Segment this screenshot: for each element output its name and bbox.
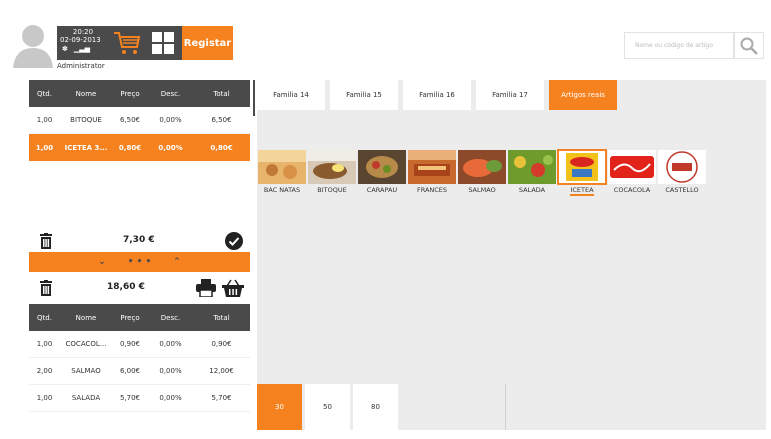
product-label: BITOQUE bbox=[317, 186, 347, 194]
catalog-area: Familia 14 Familia 15 Familia 16 Familia… bbox=[257, 80, 766, 430]
clock-time: 20:20 bbox=[72, 28, 94, 36]
chevron-up-icon[interactable]: ⌃ bbox=[173, 257, 181, 267]
order-navigation-bar: ⌄ • • • ⌃ bbox=[29, 252, 250, 272]
frances-food-image bbox=[408, 150, 456, 184]
product-label: SALMAO bbox=[468, 186, 496, 194]
tab-artigos-reais[interactable]: Artigos reais bbox=[549, 80, 617, 110]
order-row-selected[interactable]: 1,00 ICETEA 3... 0,80€ 0,00% 0,80€ bbox=[29, 134, 250, 161]
search-input[interactable]: Nome ou código de artigo bbox=[624, 32, 734, 59]
bacalhau-food-image bbox=[258, 150, 306, 184]
product-label: FRANCES bbox=[416, 186, 448, 194]
product-tile-salmao[interactable]: SALMAO bbox=[458, 150, 506, 196]
saved-row[interactable]: 1,00 SALADA 5,70€ 0,00% 5,70€ bbox=[29, 385, 250, 412]
product-tile-bitoque[interactable]: BITOQUE bbox=[308, 150, 356, 196]
cart-button[interactable] bbox=[109, 26, 144, 60]
product-tile-salada[interactable]: SALADA bbox=[508, 150, 556, 196]
order-table-header: Qtd. Nome Preço Desc. Total bbox=[29, 80, 250, 107]
product-grid: BAC NATAS BITOQUE CARAPAU FRANCES SALMAO… bbox=[258, 149, 706, 196]
product-label: SALADA bbox=[518, 186, 546, 194]
tab-familia-14[interactable]: Familia 14 bbox=[257, 80, 325, 110]
settings-icon[interactable]: ✽ bbox=[62, 45, 68, 53]
user-avatar-icon bbox=[13, 25, 53, 68]
search-button[interactable] bbox=[734, 32, 764, 59]
castello-water-logo bbox=[658, 150, 706, 184]
search-icon bbox=[740, 37, 758, 55]
product-tile-carapau[interactable]: CARAPAU bbox=[358, 150, 406, 196]
quick-quantity-strip: 30 50 80 bbox=[257, 384, 766, 430]
qty-button-50[interactable]: 50 bbox=[305, 384, 350, 430]
trash-icon[interactable] bbox=[39, 233, 53, 249]
saved-row[interactable]: 2,00 SALMAO 6,00€ 0,00% 12,00€ bbox=[29, 358, 250, 385]
confirm-check-icon[interactable] bbox=[225, 232, 243, 250]
order-subtotal: 7,30 € bbox=[123, 235, 155, 245]
order-row[interactable]: 1,00 BITOQUE 6,50€ 0,00% 6,50€ bbox=[29, 107, 250, 134]
product-tile-bac-natas[interactable]: BAC NATAS bbox=[258, 150, 306, 196]
product-label: CARAPAU bbox=[366, 186, 398, 194]
salada-food-image bbox=[508, 150, 556, 184]
product-tile-icetea[interactable]: ICETEA bbox=[557, 149, 607, 196]
product-tile-frances[interactable]: FRANCES bbox=[408, 150, 456, 196]
date-display: 02-09-2013 bbox=[60, 36, 101, 44]
qty-button-30[interactable]: 30 bbox=[257, 384, 302, 430]
product-label: COCACOLA bbox=[613, 186, 651, 194]
more-icon[interactable]: • • • bbox=[128, 257, 152, 267]
saved-row[interactable]: 1,00 COCACOL... 0,90€ 0,00% 0,90€ bbox=[29, 331, 250, 358]
saved-table: Qtd. Nome Preço Desc. Total 1,00 COCACOL… bbox=[29, 304, 250, 412]
qty-button-80[interactable]: 80 bbox=[353, 384, 398, 430]
strip-divider bbox=[505, 384, 506, 430]
register-button[interactable]: Registar bbox=[182, 26, 233, 60]
cart-icon bbox=[113, 32, 140, 54]
product-tile-cocacola[interactable]: COCACOLA bbox=[608, 150, 656, 196]
signal-icon: ▁▃▅ bbox=[73, 45, 91, 53]
salmao-food-image bbox=[458, 150, 506, 184]
status-box: 20:20 02-09-2013 ✽ ▁▃▅ bbox=[57, 26, 109, 60]
product-label: BAC NATAS bbox=[263, 186, 301, 194]
lipton-icetea-logo bbox=[557, 149, 607, 185]
order-subtotal-bar: 7,30 € bbox=[29, 227, 250, 254]
family-tabs: Familia 14 Familia 15 Familia 16 Familia… bbox=[257, 80, 617, 110]
product-label: CASTELLO bbox=[665, 186, 699, 194]
tab-familia-17[interactable]: Familia 17 bbox=[476, 80, 544, 110]
tab-familia-15[interactable]: Familia 15 bbox=[330, 80, 398, 110]
tab-familia-16[interactable]: Familia 16 bbox=[403, 80, 471, 110]
top-bar: 20:20 02-09-2013 ✽ ▁▃▅ Registar Administ… bbox=[0, 0, 771, 78]
saved-total-bar: 18,60 € bbox=[29, 276, 250, 300]
product-label: ICETEA bbox=[570, 186, 594, 196]
saved-table-header: Qtd. Nome Preço Desc. Total bbox=[29, 304, 250, 331]
product-tile-castello[interactable]: CASTELLO bbox=[658, 150, 706, 196]
carapau-food-image bbox=[358, 150, 406, 184]
grid-icon bbox=[152, 32, 174, 54]
layout-button[interactable] bbox=[144, 26, 182, 60]
basket-icon[interactable] bbox=[222, 279, 244, 297]
saved-total: 18,60 € bbox=[107, 282, 145, 292]
username: Administrator bbox=[57, 62, 105, 70]
panel-divider bbox=[253, 80, 255, 116]
cocacola-logo bbox=[608, 150, 656, 184]
trash-icon[interactable] bbox=[39, 280, 53, 296]
bitoque-food-image bbox=[308, 150, 356, 184]
printer-icon[interactable] bbox=[196, 279, 216, 297]
chevron-down-icon[interactable]: ⌄ bbox=[98, 257, 106, 267]
order-panel: Qtd. Nome Preço Desc. Total 1,00 BITOQUE… bbox=[29, 80, 250, 430]
